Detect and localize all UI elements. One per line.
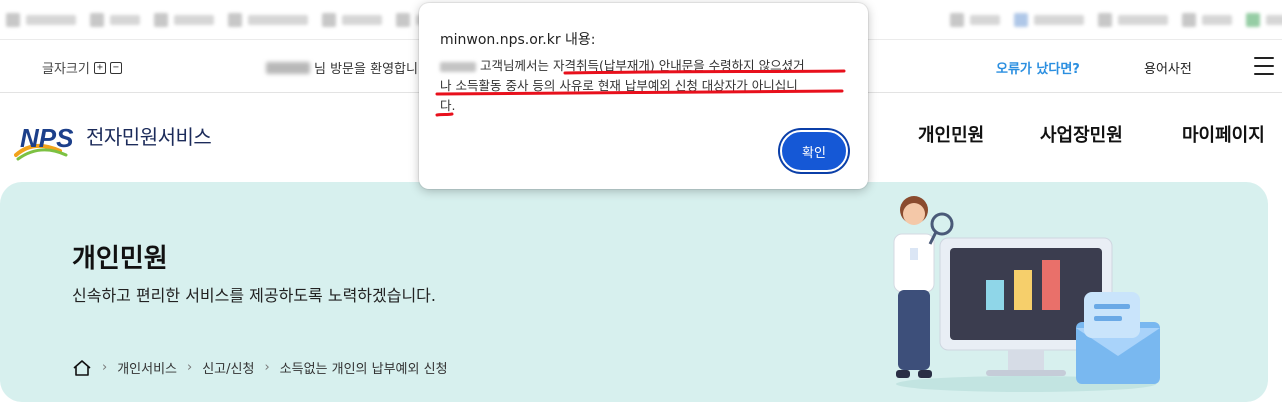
nav-mypage[interactable]: 마이페이지 bbox=[1182, 121, 1265, 147]
logo-mark: NPS bbox=[20, 123, 74, 153]
font-size-control: 글자크기 + − bbox=[42, 58, 122, 77]
hero-illustration bbox=[893, 196, 1160, 392]
ok-button[interactable]: 확인 bbox=[780, 130, 848, 172]
bookmark-item[interactable] bbox=[1182, 12, 1232, 27]
bookmark-item[interactable] bbox=[322, 12, 382, 27]
glossary-link[interactable]: 용어사전 bbox=[1144, 58, 1192, 77]
page-description: 신속하고 편리한 서비스를 제공하도록 노력하겠습니다. bbox=[72, 286, 436, 305]
message-line-2: 나 소득활동 중사 등의 사유로 현재 납부예외 신청 대상자가 아니십니 bbox=[440, 78, 798, 93]
user-name-redacted bbox=[266, 61, 310, 74]
font-decrease-button[interactable]: − bbox=[109, 61, 122, 74]
alert-dialog: minwon.nps.or.kr 내용: 고객님께서는 자격취득(납부재개) 안… bbox=[419, 3, 868, 189]
message-line-3: 다. bbox=[440, 98, 456, 113]
hamburger-menu-icon[interactable] bbox=[1254, 57, 1274, 75]
bookmark-item[interactable] bbox=[6, 12, 76, 27]
message-prefix: 고객님께서는 bbox=[479, 58, 549, 73]
chevron-right-icon: › bbox=[187, 360, 193, 375]
error-report-link[interactable]: 오류가 났다면? bbox=[996, 58, 1080, 77]
bookmark-item[interactable] bbox=[1246, 12, 1282, 27]
nav-personal[interactable]: 개인민원 bbox=[918, 121, 984, 147]
bookmark-item[interactable] bbox=[90, 12, 140, 27]
chevron-right-icon: › bbox=[264, 360, 270, 375]
bookmark-item[interactable] bbox=[154, 12, 214, 27]
breadcrumb: › 개인서비스 › 신고/신청 › 소득없는 개인의 납부예외 신청 bbox=[72, 358, 448, 377]
customer-name-redacted bbox=[440, 61, 476, 72]
dialog-message: 고객님께서는 자격취득(납부재개) 안내문을 수령하지 않으셨거 나 소득활동 … bbox=[440, 56, 852, 116]
breadcrumb-item[interactable]: 신고/신청 bbox=[202, 358, 254, 377]
font-size-label: 글자크기 bbox=[42, 62, 90, 77]
bookmark-item[interactable] bbox=[950, 12, 1000, 27]
welcome-message: 님 방문을 환영합니 bbox=[266, 58, 418, 77]
page-title: 개인민원 bbox=[72, 244, 168, 274]
chevron-right-icon: › bbox=[102, 360, 108, 375]
bookmark-item[interactable] bbox=[228, 12, 308, 27]
dialog-origin: minwon.nps.or.kr 내용: bbox=[440, 32, 596, 48]
bookmark-item[interactable] bbox=[1098, 12, 1168, 27]
message-line-1: 자격취득(납부재개) 안내문을 수령하지 않으셨거 bbox=[552, 58, 805, 73]
bookmark-item[interactable] bbox=[1014, 12, 1084, 27]
home-icon[interactable] bbox=[72, 359, 92, 377]
welcome-text: 님 방문을 환영합니 bbox=[314, 62, 418, 77]
breadcrumb-item[interactable]: 개인서비스 bbox=[117, 358, 177, 377]
breadcrumb-item-current: 소득없는 개인의 납부예외 신청 bbox=[279, 362, 448, 377]
logo-text: 전자민원서비스 bbox=[86, 125, 212, 149]
font-increase-button[interactable]: + bbox=[93, 61, 106, 74]
nav-business[interactable]: 사업장민원 bbox=[1040, 121, 1123, 147]
